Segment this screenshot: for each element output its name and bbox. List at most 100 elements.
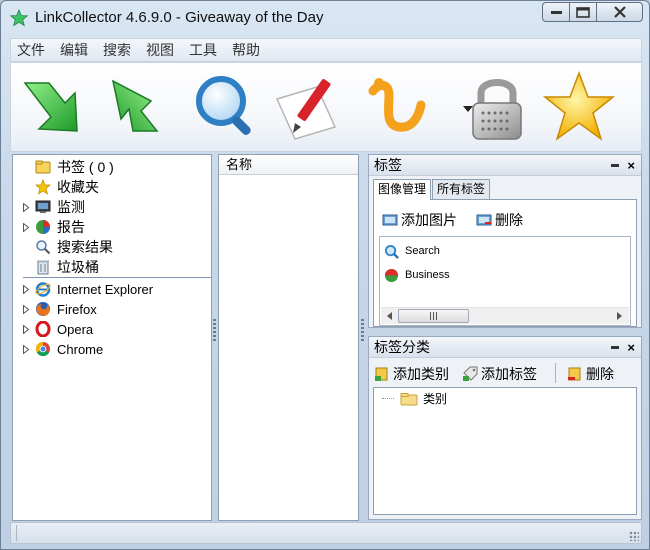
delete-category-button[interactable]: 删除 [567,364,614,384]
tab-all-tags[interactable]: 所有标签 [432,179,491,199]
star-icon [542,70,616,141]
business-icon [384,268,399,282]
toolbar-lock-button[interactable] [459,69,535,145]
left-splitter[interactable] [213,319,216,343]
tag-category-toolbar: 添加类别 添加标签 删除 [373,360,639,386]
tab-image-manager[interactable]: 图像管理 [373,179,432,200]
add-image-button[interactable]: 添加图片 [382,210,457,230]
tree-item-favorites[interactable]: 收藏夹 [13,177,99,197]
menu-tools[interactable]: 工具 [189,40,217,60]
tag-category-panel: 标签分类 × 添加类别 添加标签 删除 类别 [368,336,642,520]
image-add-icon [382,214,398,226]
ie-icon [35,281,51,297]
green-star-icon [10,9,28,27]
tree-item-search-results[interactable]: 搜索结果 [13,237,113,257]
tree-item-reports[interactable]: 报告 [13,217,85,237]
maximize-icon [576,6,590,18]
tag-image-list: Search Business [379,236,631,326]
toolbar-search-button[interactable] [189,69,265,145]
chrome-icon [35,341,51,357]
magnifier-icon [196,76,251,135]
expand-arrow-icon[interactable] [19,304,33,314]
expand-arrow-icon[interactable] [19,222,33,232]
pin-icon[interactable] [611,164,619,167]
trash-icon [35,259,51,275]
pin-icon[interactable] [611,346,619,349]
expand-arrow-icon[interactable] [19,284,33,294]
add-tag-button[interactable]: 添加标签 [462,364,537,384]
pie-chart-icon [35,219,51,235]
toolbar-favorite-button[interactable] [541,69,617,145]
tree-item-bookmarks[interactable]: 书签 ( 0 ) [13,157,114,177]
down-arrow-icon [23,82,78,132]
title-bar[interactable]: LinkCollector 4.6.9.0 - Giveaway of the … [1,1,649,35]
expand-arrow-icon[interactable] [19,202,33,212]
caption-buttons [542,2,643,23]
search-icon [35,239,51,255]
app-window: LinkCollector 4.6.9.0 - Giveaway of the … [0,0,650,550]
scroll-thumb[interactable] [398,309,469,323]
expand-arrow-icon[interactable] [19,344,33,354]
category-tree: 类别 [373,387,637,515]
bookmark-folder-icon [35,159,51,175]
search-icon [384,244,399,259]
resize-grip[interactable] [629,531,639,541]
tree-item-firefox[interactable]: Firefox [13,299,97,319]
toolbar-link-tool-button[interactable] [359,69,435,145]
tree-item-opera[interactable]: Opera [13,319,93,339]
firefox-icon [35,301,51,317]
close-icon[interactable]: × [627,155,635,176]
tree-item-category[interactable]: 类别 [382,390,447,407]
monitor-icon [35,199,51,215]
toolbar-divider [555,363,556,383]
close-icon[interactable]: × [627,337,635,358]
image-delete-icon [476,214,492,226]
close-button[interactable] [596,2,643,22]
menu-file[interactable]: 文件 [17,40,45,60]
expand-arrow-icon[interactable] [19,324,33,334]
main-toolbar [10,62,642,152]
toolbar-down-arrow-button[interactable] [17,69,93,145]
menu-help[interactable]: 帮助 [232,40,260,60]
minimize-button[interactable] [542,2,569,22]
tags-panel-title: 标签 × [369,155,641,176]
horizontal-scrollbar[interactable] [381,307,629,324]
list-item[interactable]: Search [384,241,440,261]
tree-item-chrome[interactable]: Chrome [13,339,103,359]
delete-image-button[interactable]: 删除 [476,210,523,230]
minimize-icon [550,11,562,14]
padlock-icon [472,79,522,140]
menu-view[interactable]: 视图 [146,40,174,60]
add-category-icon [375,367,388,381]
tree-item-trash[interactable]: 垃圾桶 [13,257,99,277]
toolbar-edit-button[interactable] [273,69,349,145]
opera-icon [35,321,51,337]
menu-search[interactable]: 搜索 [103,40,131,60]
scroll-left-button[interactable] [381,308,398,324]
tree-item-internet-explorer[interactable]: Internet Explorer [13,279,153,299]
navigation-tree: 书签 ( 0 ) 收藏夹 监测 报告 搜索结果 垃圾桶 Internet Exp… [12,154,212,521]
menu-edit[interactable]: 编辑 [60,40,88,60]
tags-tabs: 图像管理 所有标签 [373,179,491,200]
up-arrow-icon [111,79,159,132]
paper-pencil-icon [275,79,337,140]
folder-icon [400,392,418,405]
tree-item-monitor[interactable]: 监测 [13,197,85,217]
window-title: LinkCollector 4.6.9.0 - Giveaway of the … [35,9,324,26]
add-category-button[interactable]: 添加类别 [374,364,449,384]
tree-separator [23,277,211,278]
tags-panel: 标签 × 图像管理 所有标签 添加图片 删除 Search Business [368,154,642,328]
menu-bar: 文件 编辑 搜索 视图 工具 帮助 [10,38,642,62]
maximize-button[interactable] [569,2,596,22]
close-icon [613,6,626,18]
add-tag-icon [463,366,478,381]
list-item[interactable]: Business [384,265,450,285]
name-column-header[interactable]: 名称 [219,155,358,175]
scroll-right-button[interactable] [611,308,628,324]
toolbar-up-arrow-button[interactable] [103,69,179,145]
link-tool-icon [368,78,426,132]
status-bar [10,522,642,544]
right-splitter[interactable] [361,319,364,343]
tag-category-panel-title: 标签分类 × [369,337,641,358]
image-manager-tab-body: 添加图片 删除 Search Business [373,199,637,327]
